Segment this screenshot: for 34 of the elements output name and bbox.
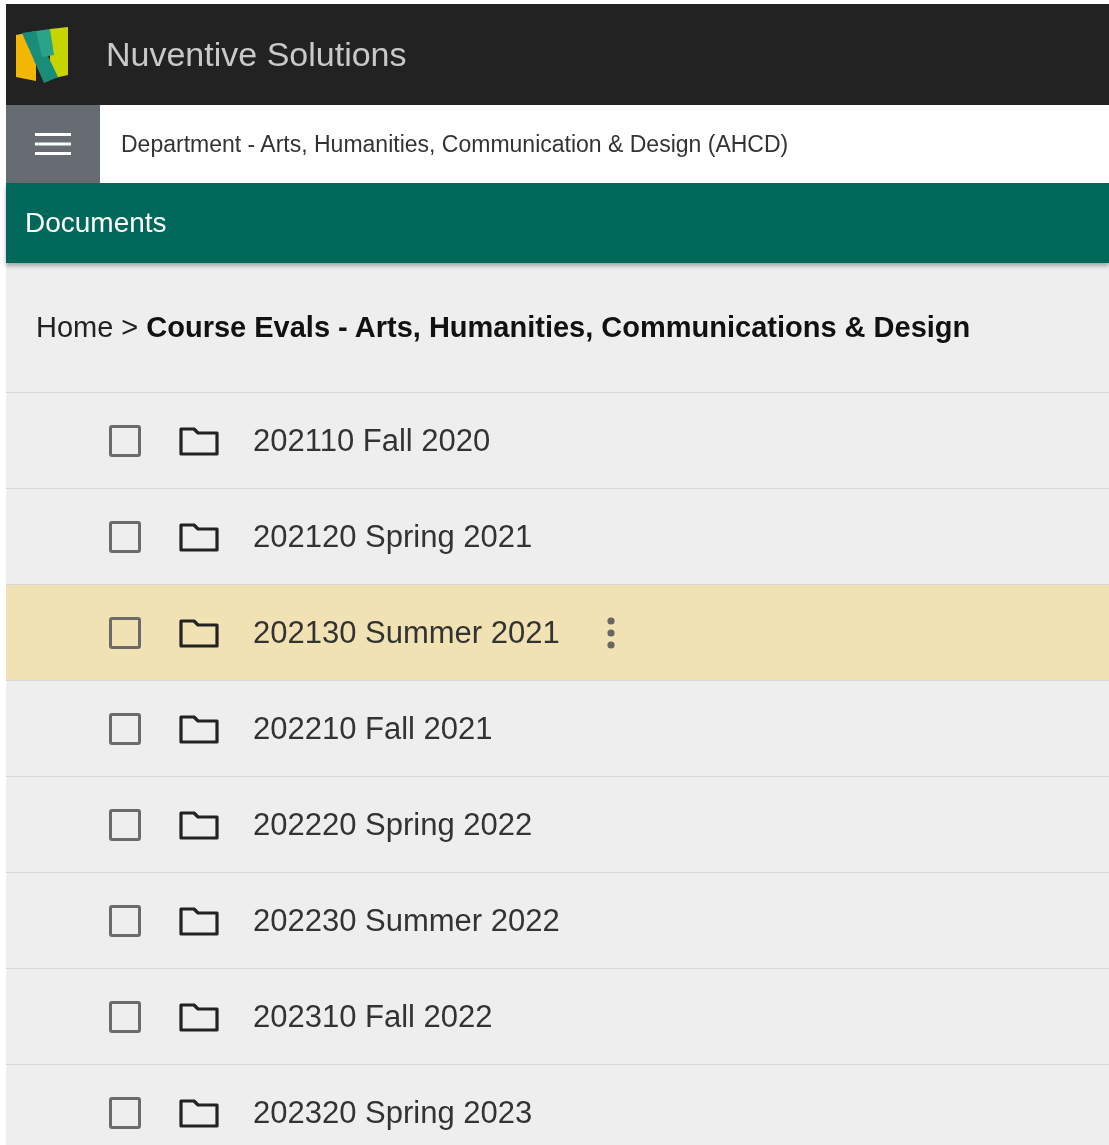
logo-icon (14, 24, 70, 85)
folder-name[interactable]: 202130 Summer 2021 (253, 614, 560, 651)
folder-icon (179, 713, 219, 744)
checkbox[interactable] (109, 1096, 141, 1129)
checkbox[interactable] (109, 904, 141, 937)
checkbox[interactable] (109, 1000, 141, 1033)
folder-name[interactable]: 202220 Spring 2022 (253, 806, 533, 843)
app-title: Nuventive Solutions (106, 35, 407, 74)
menu-button[interactable] (6, 105, 100, 183)
checkbox[interactable] (109, 424, 141, 457)
section-title: Documents (25, 207, 167, 239)
more-icon[interactable] (605, 616, 616, 649)
folder-name[interactable]: 202230 Summer 2022 (253, 902, 560, 939)
menu-icon (35, 132, 71, 156)
folder-name[interactable]: 202310 Fall 2022 (253, 998, 493, 1035)
checkbox[interactable] (109, 808, 141, 841)
checkbox[interactable] (109, 616, 141, 649)
folder-name[interactable]: 202110 Fall 2020 (253, 422, 491, 459)
checkbox[interactable] (109, 712, 141, 745)
breadcrumb-separator: > (121, 311, 139, 344)
breadcrumb-link[interactable]: Home (36, 311, 114, 344)
folder-icon (179, 905, 219, 936)
folder-name[interactable]: 202120 Spring 2021 (253, 518, 533, 555)
department-label: Department - Arts, Humanities, Communication & Design (AHCD) (120, 129, 789, 159)
folder-icon (179, 1097, 219, 1128)
folder-name[interactable]: 202210 Fall 2021 (253, 710, 493, 747)
folder-name[interactable]: 202320 Spring 2023 (253, 1094, 533, 1131)
checkbox[interactable] (109, 520, 141, 553)
folder-icon (179, 1001, 219, 1032)
folder-icon (179, 617, 219, 648)
folder-icon (179, 521, 219, 552)
breadcrumb-current: Course Evals - Arts, Humanities, Communications & Design (146, 311, 971, 344)
folder-icon (179, 425, 219, 456)
folder-icon (179, 809, 219, 840)
